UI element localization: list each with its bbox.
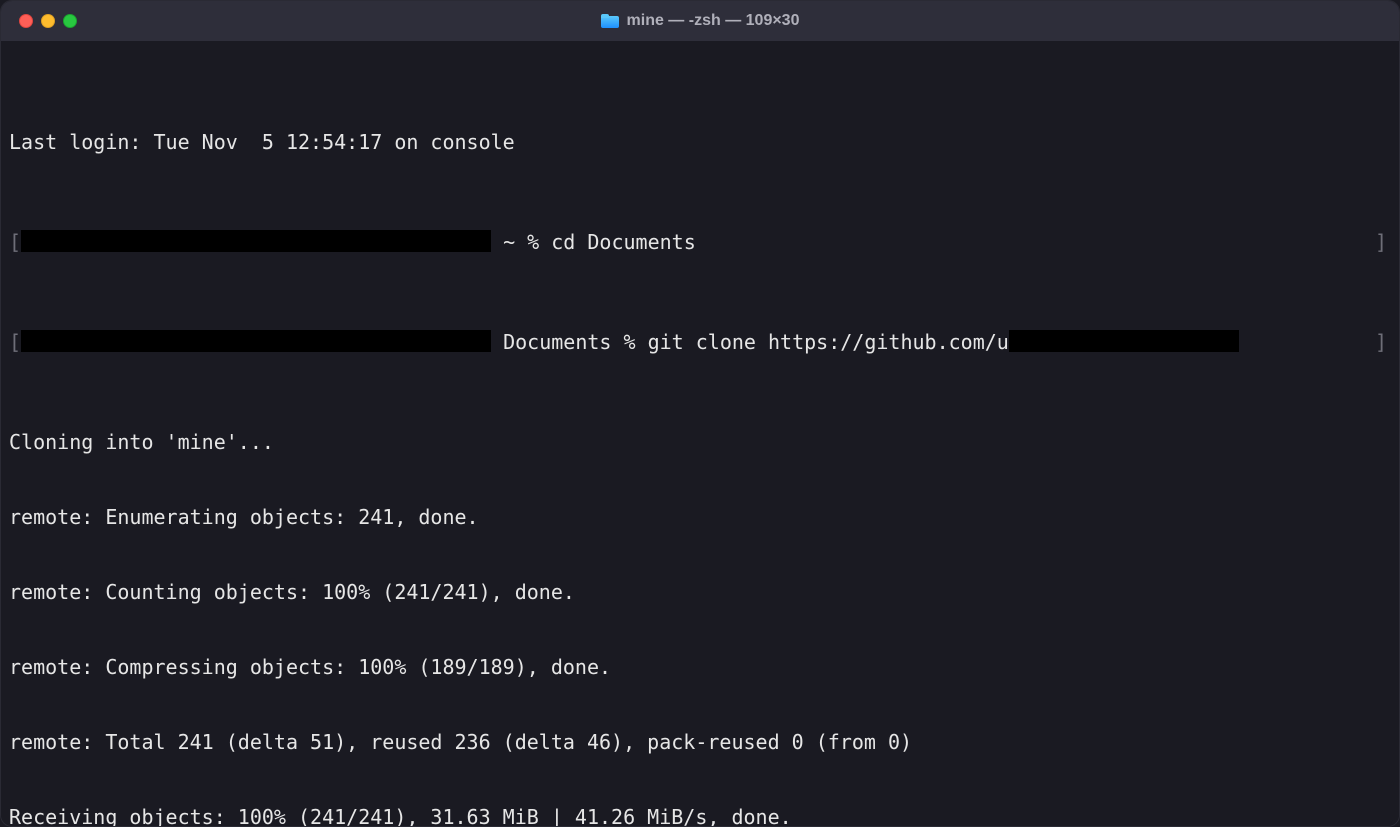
minimize-button[interactable] — [41, 14, 55, 28]
redacted-repo-url — [1009, 330, 1239, 352]
folder-icon — [601, 14, 619, 28]
window-title-text: mine — -zsh — 109×30 — [627, 12, 800, 30]
maximize-button[interactable] — [63, 14, 77, 28]
redacted-hostname — [21, 330, 491, 352]
prompt-line-1: [ ~ % cd Documents] — [9, 230, 1391, 255]
git-output-line: remote: Compressing objects: 100% (189/1… — [9, 655, 1391, 680]
close-button[interactable] — [19, 14, 33, 28]
bracket-open: [ — [9, 230, 21, 255]
terminal-body[interactable]: Last login: Tue Nov 5 12:54:17 on consol… — [1, 41, 1399, 826]
bracket-close: ] — [1375, 230, 1391, 255]
bracket-close: ] — [1375, 330, 1391, 355]
bracket-open: [ — [9, 330, 21, 355]
git-output-line: remote: Enumerating objects: 241, done. — [9, 505, 1391, 530]
window-title: mine — -zsh — 109×30 — [1, 12, 1399, 30]
git-output-line: remote: Total 241 (delta 51), reused 236… — [9, 730, 1391, 755]
command-git-clone: git clone https://github.com/u — [648, 330, 1009, 355]
prompt-path: Documents % — [491, 330, 648, 355]
traffic-lights — [1, 14, 77, 28]
git-output-line: Cloning into 'mine'... — [9, 430, 1391, 455]
redacted-hostname — [21, 230, 491, 252]
titlebar[interactable]: mine — -zsh — 109×30 — [1, 1, 1399, 41]
command-cd-documents: cd Documents — [551, 230, 696, 255]
last-login-line: Last login: Tue Nov 5 12:54:17 on consol… — [9, 130, 1391, 155]
prompt-path: ~ % — [491, 230, 551, 255]
git-output-line: Receiving objects: 100% (241/241), 31.63… — [9, 805, 1391, 826]
terminal-window: mine — -zsh — 109×30 Last login: Tue Nov… — [0, 0, 1400, 827]
git-output-line: remote: Counting objects: 100% (241/241)… — [9, 580, 1391, 605]
prompt-line-2: [ Documents % git clone https://github.c… — [9, 330, 1391, 355]
